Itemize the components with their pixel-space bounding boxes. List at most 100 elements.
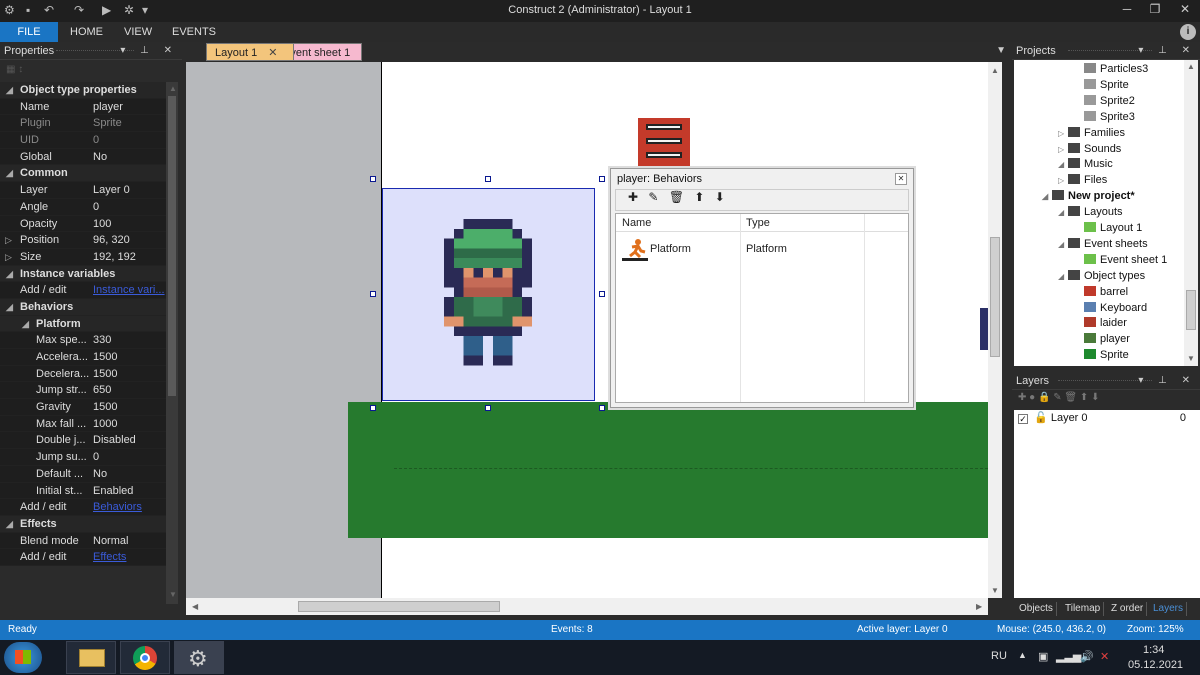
keyboard-object[interactable] (980, 308, 988, 350)
project-tree-item[interactable]: Particles3 (1084, 62, 1148, 77)
layer-visible-checkbox[interactable]: ✓ (1018, 414, 1028, 424)
layout-horizontal-scrollbar[interactable]: ◀ ▶ (186, 598, 988, 615)
project-tree-item[interactable]: Layout 1 (1084, 221, 1142, 236)
property-row[interactable]: Gravity 1500 (0, 399, 166, 416)
expand-arrow-icon[interactable]: ▷ (5, 232, 12, 249)
ladder-sprite[interactable] (638, 118, 690, 174)
layout-vertical-scrollbar[interactable]: ▲ ▼ (988, 62, 1002, 598)
project-tree-item[interactable]: barrel (1084, 285, 1128, 300)
resize-handle[interactable] (599, 291, 605, 297)
property-row[interactable]: Layer Layer 0 (0, 182, 166, 199)
property-row[interactable]: Double j... Disabled (0, 432, 166, 450)
property-value[interactable]: 0 (90, 199, 166, 215)
property-category[interactable]: Instance variables ◢ (0, 265, 166, 283)
add-layer-icon[interactable]: ✚ (1018, 392, 1026, 403)
project-tree-item[interactable]: Sprite2 (1084, 94, 1135, 109)
project-tree-item[interactable]: Sprite (1084, 348, 1129, 363)
projects-scrollbar[interactable]: ▲ ▼ (1184, 60, 1198, 366)
tree-toggle-icon[interactable]: ◢ (1058, 237, 1064, 252)
project-tree-item[interactable]: ▷ Files (1058, 173, 1107, 188)
tab-z-order[interactable]: Z order (1108, 602, 1148, 616)
property-value[interactable]: 1500 (90, 399, 166, 415)
expand-arrow-icon[interactable]: ▷ (5, 249, 12, 266)
explorer-taskbar-button[interactable] (66, 641, 116, 674)
resize-handle[interactable] (485, 176, 491, 182)
property-category[interactable]: Common ◢ (0, 165, 166, 183)
resize-handle[interactable] (599, 405, 605, 411)
delete-layer-icon[interactable]: 🗑 (1064, 392, 1077, 403)
dialog-close-button[interactable]: ✕ (895, 173, 907, 185)
help-icon[interactable]: i (1180, 24, 1196, 40)
tabs-dropdown-icon[interactable]: ▼ (996, 45, 1006, 56)
tab-tilemap[interactable]: Tilemap (1062, 602, 1105, 616)
tab-layout-1[interactable]: Layout 1 ✕ (206, 43, 294, 61)
clock-date[interactable]: 05.12.2021 (1128, 659, 1183, 671)
property-value[interactable]: 330 (90, 332, 166, 348)
tab-objects[interactable]: Objects (1016, 602, 1057, 616)
project-tree-item[interactable]: Keyboard (1084, 301, 1147, 316)
collapse-arrow-icon[interactable]: ◢ (6, 516, 13, 533)
collapse-arrow-icon[interactable]: ◢ (6, 266, 13, 283)
collapse-arrow-icon[interactable]: ◢ (6, 165, 13, 182)
property-category[interactable]: Object type properties ◢ (0, 82, 166, 99)
edit-behavior-icon[interactable]: ✎ (648, 190, 658, 204)
property-row[interactable]: Jump su... 0 (0, 449, 166, 466)
tab-events[interactable]: EVENTS (162, 22, 226, 42)
close-tab-icon[interactable]: ✕ (268, 47, 277, 59)
property-value[interactable]: Sprite (90, 115, 166, 131)
property-row[interactable]: Decelera... 1500 (0, 365, 166, 383)
property-row[interactable]: Angle 0 (0, 198, 166, 216)
volume-icon[interactable]: 🔊 (1080, 650, 1094, 663)
project-tree-item[interactable]: ◢ Event sheets (1058, 237, 1148, 252)
layer-up-icon[interactable]: ⬆ (1080, 392, 1088, 403)
tree-toggle-icon[interactable]: ▷ (1058, 173, 1064, 188)
property-row[interactable]: Default ... No (0, 465, 166, 483)
panel-controls[interactable]: ▾ ⊥ ✕ (1138, 42, 1196, 60)
tree-toggle-icon[interactable]: ◢ (1058, 157, 1064, 172)
property-value[interactable]: 1500 (90, 349, 166, 365)
tab-view[interactable]: VIEW (114, 22, 162, 42)
property-value[interactable]: 1000 (90, 416, 166, 432)
delete-behavior-icon[interactable]: 🗑 (669, 190, 684, 204)
tree-toggle-icon[interactable]: ▷ (1058, 142, 1064, 157)
property-value[interactable]: No (90, 149, 166, 165)
clock-time[interactable]: 1:34 (1143, 644, 1164, 656)
resize-handle[interactable] (370, 405, 376, 411)
property-row[interactable]: Add / edit Behaviors (0, 499, 166, 516)
edit-layer-icon[interactable]: ✎ (1053, 392, 1061, 403)
move-down-icon[interactable]: ⬇ (715, 190, 725, 204)
project-tree-item[interactable]: ◢ Object types (1058, 269, 1145, 284)
restore-button[interactable]: ❐ (1140, 2, 1170, 16)
tab-file[interactable]: FILE (0, 22, 58, 42)
property-row[interactable]: Jump str... 650 (0, 382, 166, 400)
layer-lock-icon[interactable]: 🔓 (1034, 412, 1048, 424)
properties-scrollbar[interactable]: ▲ ▼ (166, 82, 178, 604)
property-value[interactable]: Normal (90, 533, 166, 549)
lock-icon[interactable]: 🔒 (1038, 392, 1050, 403)
project-tree-item[interactable]: ◢ Music (1058, 157, 1113, 172)
project-tree-item[interactable]: laider (1084, 316, 1127, 331)
property-value[interactable]: player (90, 99, 166, 115)
tree-toggle-icon[interactable]: ▷ (1058, 126, 1064, 141)
signal-icon[interactable]: ▂▃▅ (1056, 650, 1081, 663)
property-row[interactable]: Add / edit Instance vari... (0, 282, 166, 299)
property-value[interactable]: 100 (90, 216, 166, 232)
minimize-button[interactable]: ─ (1112, 2, 1142, 16)
property-link[interactable]: Behaviors (90, 499, 166, 515)
property-row[interactable]: UID 0 (0, 132, 166, 149)
property-row[interactable]: Position 96, 320 ▷ (0, 232, 166, 249)
property-value[interactable]: 1500 (90, 366, 166, 382)
property-value[interactable]: Layer 0 (90, 182, 166, 198)
tab-home[interactable]: HOME (60, 22, 113, 42)
collapse-arrow-icon[interactable]: ◢ (22, 316, 29, 333)
column-type[interactable]: Type (746, 217, 770, 229)
tab-layers[interactable]: Layers (1150, 602, 1188, 616)
collapse-arrow-icon[interactable]: ◢ (6, 299, 13, 316)
property-row[interactable]: Accelera... 1500 (0, 349, 166, 366)
layer-row[interactable]: ✓ 🔓 Layer 0 0 (1014, 410, 1200, 426)
property-value[interactable]: Enabled (90, 483, 166, 499)
property-value[interactable]: 96, 320 (90, 232, 166, 248)
visibility-icon[interactable]: ● (1029, 392, 1035, 403)
property-value[interactable]: 192, 192 (90, 249, 166, 265)
project-tree-item[interactable]: player (1084, 332, 1130, 347)
